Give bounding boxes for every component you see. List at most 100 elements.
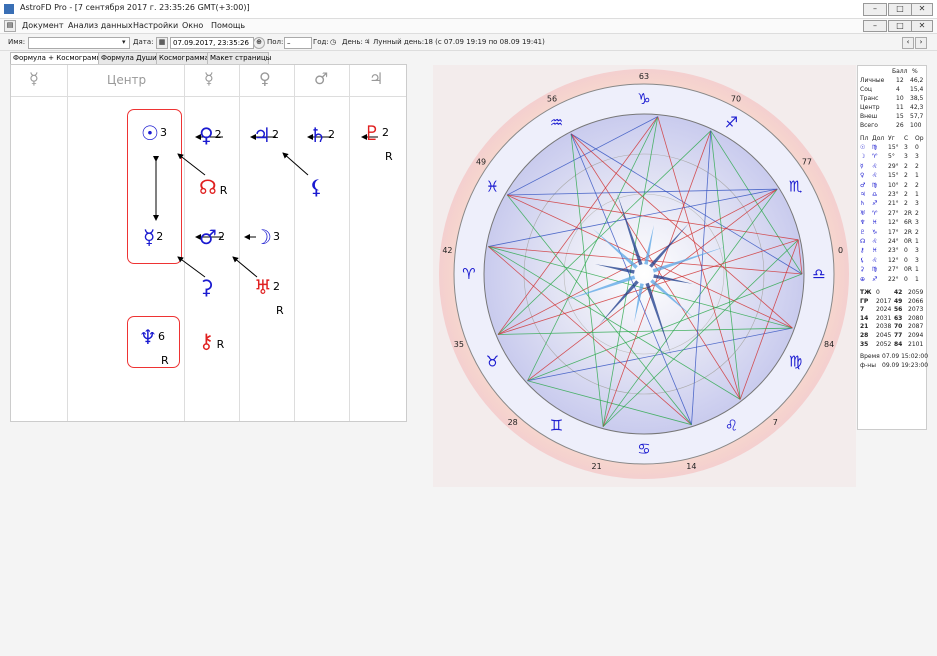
planet-cell: 1 xyxy=(915,238,919,245)
maximize-button[interactable]: □ xyxy=(888,3,912,16)
menu-analysis[interactable]: Анализ данных xyxy=(68,21,133,30)
name-input[interactable] xyxy=(28,37,130,49)
stat-row-percent: 15,4 xyxy=(910,86,924,93)
prev-button[interactable]: ‹ xyxy=(902,37,914,49)
sex-select[interactable]: – xyxy=(284,37,312,49)
menu-window[interactable]: Окно xyxy=(182,21,203,30)
planet-cell: ⚳ xyxy=(860,266,865,274)
planet-cell: 3 xyxy=(915,247,919,255)
period-cell: 2101 xyxy=(908,340,924,348)
child-maximize-button[interactable]: □ xyxy=(888,20,912,32)
planet-cell: 3 xyxy=(904,153,908,161)
lunar-day-value: 18 (с 07.09 19:19 по 08.09 19:41) xyxy=(424,38,545,46)
period-cell: 2066 xyxy=(908,297,924,305)
planet-cell: 1 xyxy=(915,266,919,274)
chiron-icon: ⚷ R xyxy=(199,329,225,353)
zodiac-sign-icon: ♊ xyxy=(550,417,563,435)
planet-cell: 0 xyxy=(904,275,908,283)
period-cell: 2059 xyxy=(908,289,924,296)
degree-label: 56 xyxy=(547,95,557,104)
mars-icon: ♂2 xyxy=(199,225,225,249)
planet-header-cell: Пл xyxy=(860,135,869,142)
planet-cell: 1 xyxy=(915,191,919,198)
calendar-icon[interactable]: ▦ xyxy=(156,37,168,49)
planet-cell: 1 xyxy=(915,172,919,180)
formula-panel: ☿ Центр ☿ ♀ ♂ ♃ ☉3 ♀2 ♃2 ♄2 ♇2 R ☊ R ⚸ ☿… xyxy=(10,64,407,422)
menu-bar: ▤ Документ Анализ данных Настройки Окно … xyxy=(0,19,937,34)
planet-cell: 1 xyxy=(915,275,919,283)
planet-cell: ♌ xyxy=(872,162,878,170)
period-cell: 63 xyxy=(894,314,903,322)
degree-label: 28 xyxy=(508,418,518,427)
stat-header-score: Балл xyxy=(892,68,908,75)
clock-icon: ◷ xyxy=(330,38,337,46)
period-cell: 7 xyxy=(860,306,865,314)
stat-row-label: Всего xyxy=(860,122,878,129)
planet-cell: 12° xyxy=(888,219,899,227)
app-logo-icon xyxy=(4,4,14,14)
planet-cell: 2 xyxy=(904,172,908,180)
document-icon[interactable]: ▤ xyxy=(4,20,16,32)
planet-cell: ♍ xyxy=(872,266,878,274)
planet-cell: 27° xyxy=(888,266,899,274)
menu-document[interactable]: Документ xyxy=(22,21,64,30)
day-label: День: xyxy=(342,38,363,46)
degree-label: 77 xyxy=(802,158,812,167)
jupiter-day-icon: ♃ xyxy=(364,38,371,46)
planet-cell: ☉ xyxy=(860,144,866,151)
planet-cell: 3 xyxy=(915,153,919,161)
venus-icon: ♀2 xyxy=(199,123,222,147)
mercury-icon: ☿2 xyxy=(143,225,164,249)
period-cell: 2052 xyxy=(876,340,892,348)
period-cell: 2045 xyxy=(876,332,892,339)
period-cell: 0 xyxy=(876,289,880,296)
planet-cell: 0R xyxy=(904,266,912,274)
planet-cell: 3 xyxy=(915,200,919,208)
planet-cell: 0 xyxy=(904,247,908,255)
next-button[interactable]: › xyxy=(915,37,927,49)
period-cell: 84 xyxy=(894,340,903,348)
sun-icon: ☉3 xyxy=(141,121,167,145)
menu-settings[interactable]: Настройки xyxy=(133,21,178,30)
zodiac-sign-icon: ♍ xyxy=(789,353,802,371)
time-label: ф-ны xyxy=(860,362,876,370)
child-minimize-button[interactable]: – xyxy=(863,20,887,32)
planet-cell: 6R xyxy=(904,219,912,227)
stat-row-label: Личные xyxy=(860,77,885,84)
planet-cell: ♄ xyxy=(860,200,866,208)
stat-row-score: 4 xyxy=(896,86,900,93)
planet-cell: 17° xyxy=(888,228,899,236)
stat-row-percent: 100 xyxy=(910,122,922,129)
planet-cell: 29° xyxy=(888,162,899,170)
saturn-icon: ♄2 xyxy=(309,123,335,147)
planet-cell: ♅ xyxy=(860,209,866,217)
globe-icon[interactable]: ⊕ xyxy=(253,37,265,49)
planet-cell: ♎ xyxy=(872,191,878,198)
child-close-button[interactable]: ✕ xyxy=(911,20,933,32)
planet-cell: 3 xyxy=(915,256,919,264)
chevron-down-icon[interactable]: ▾ xyxy=(122,38,126,46)
stat-header-percent: % xyxy=(912,68,918,75)
menu-help[interactable]: Помощь xyxy=(211,21,245,30)
close-button[interactable]: ✕ xyxy=(911,3,933,16)
planet-cell: 2 xyxy=(904,191,908,198)
minimize-button[interactable]: – xyxy=(863,3,887,16)
planet-cell: ♀ xyxy=(860,172,865,180)
zodiac-sign-icon: ♒ xyxy=(550,113,563,131)
stat-row-percent: 57,7 xyxy=(910,113,924,120)
window-title: AstroFD Pro - [7 сентября 2017 г. 23:35:… xyxy=(20,3,250,12)
planet-cell: ♓ xyxy=(872,247,878,255)
period-cell: 2080 xyxy=(908,314,924,322)
stat-row-score: 12 xyxy=(896,77,904,84)
cosmogram-chart[interactable]: ♉ ♈ ♓ ♒ ♑ ♐ ♏ ♎ ♍ ♌ ♋ ♊ 63 70 77 0 84 7 14 21 28 35 42 49 56 xyxy=(433,65,856,487)
planet-cell: ⚷ xyxy=(860,247,865,255)
planet-header-cell: С xyxy=(904,135,909,142)
stat-row-percent: 46,2 xyxy=(910,77,924,84)
title-bar: AstroFD Pro - [7 сентября 2017 г. 23:35:… xyxy=(0,0,937,19)
planet-cell: ☊ xyxy=(860,238,866,245)
date-input[interactable]: 07.09.2017, 23:35:26 xyxy=(170,37,254,49)
stat-row-percent: 38,5 xyxy=(910,95,924,102)
planet-cell: 0R xyxy=(904,238,912,245)
planet-cell: 2 xyxy=(915,228,919,236)
stat-row-score: 11 xyxy=(896,104,904,111)
